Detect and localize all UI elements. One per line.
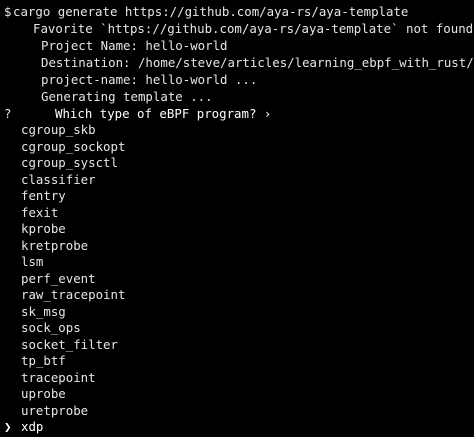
info-text: Project Name: hello-world	[41, 38, 228, 53]
question-prefix: ?	[4, 106, 12, 121]
option-sock-ops[interactable]: sock_ops	[0, 320, 474, 336]
info-text: Destination: /home/steve/articles/learni…	[41, 55, 474, 70]
option-cgroup-sockopt[interactable]: cgroup_sockopt	[0, 139, 474, 155]
option-uprobe[interactable]: uprobe	[0, 386, 474, 402]
option-cgroup-skb[interactable]: cgroup_skb	[0, 122, 474, 138]
info-line-project-name-var: project-name: hello-world ...	[0, 72, 474, 88]
info-line-generating: Generating template ...	[0, 89, 474, 105]
command-text: cargo generate https://github.com/aya-rs…	[13, 4, 409, 19]
option-lsm[interactable]: lsm	[0, 254, 474, 270]
option-sk-msg[interactable]: sk_msg	[0, 304, 474, 320]
wrench-icon	[4, 55, 18, 71]
info-text: Generating template ...	[41, 89, 213, 104]
mage-icon	[4, 38, 18, 54]
option-raw-tracepoint[interactable]: raw_tracepoint	[0, 287, 474, 303]
option-fentry[interactable]: fentry	[0, 188, 474, 204]
terminal-window[interactable]: $ cargo generate https://github.com/aya-…	[0, 0, 474, 437]
command-line: $ cargo generate https://github.com/aya-…	[0, 4, 474, 20]
info-text: project-name: hello-world ...	[41, 72, 258, 87]
option-kprobe[interactable]: kprobe	[0, 221, 474, 237]
warning-text: Favorite `https://github.com/aya-rs/aya-…	[33, 21, 474, 36]
warning-icon	[4, 21, 18, 37]
option-fexit[interactable]: fexit	[0, 205, 474, 221]
option-classifier[interactable]: classifier	[0, 172, 474, 188]
wrench-icon	[4, 89, 18, 105]
question-text: Which type of eBPF program? ›	[55, 106, 272, 121]
option-uretprobe[interactable]: uretprobe	[0, 403, 474, 419]
selected-option[interactable]: xdp	[21, 419, 43, 435]
option-tp-btf[interactable]: tp_btf	[0, 353, 474, 369]
question-line: ? Which type of eBPF program? ›	[0, 106, 474, 122]
info-line-project-name: Project Name: hello-world	[0, 38, 474, 54]
option-xdp-selected[interactable]: ❯ xdp	[0, 419, 474, 435]
option-cgroup-sysctl[interactable]: cgroup_sysctl	[0, 155, 474, 171]
wrench-icon	[4, 72, 18, 88]
option-perf-event[interactable]: perf_event	[0, 271, 474, 287]
option-tracepoint[interactable]: tracepoint	[0, 370, 474, 386]
warning-line: Favorite `https://github.com/aya-rs/aya-…	[0, 21, 474, 37]
option-kretprobe[interactable]: kretprobe	[0, 238, 474, 254]
selection-marker: ❯	[4, 419, 12, 434]
option-socket-filter[interactable]: socket_filter	[0, 337, 474, 353]
info-line-destination: Destination: /home/steve/articles/learni…	[0, 55, 474, 71]
